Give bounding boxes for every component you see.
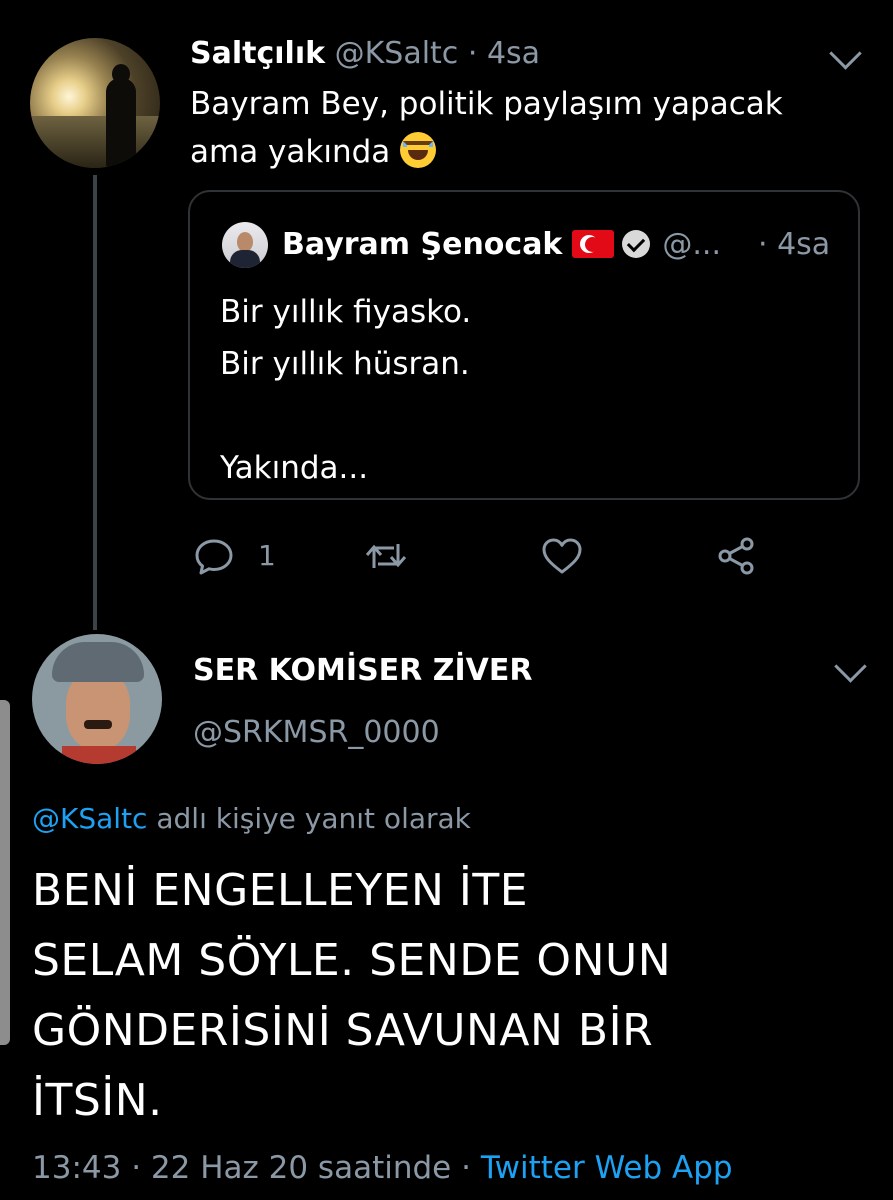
quoted-author-name: Bayram Şenocak [282,227,563,262]
quoted-text-line [220,390,820,442]
tweet-source-link[interactable]: Twitter Web App [481,1150,733,1186]
retweet-icon[interactable] [364,534,408,578]
avatar-hat [52,642,144,682]
reply-context-label: adlı kişiye yanıt olarak [147,802,471,835]
reply-mention-link[interactable]: @KSaltc [32,802,147,835]
chevron-down-icon[interactable] [829,37,862,70]
quoted-text-line: Yakında... [220,450,369,486]
tweet-text-line: Bayram Bey, politik paylaşım yapacak [190,86,783,122]
quoted-avatar-face [237,232,253,252]
share-icon[interactable] [714,534,758,578]
tweet-text-line: BENİ ENGELLEYEN İTE [32,865,529,916]
quoted-tweet-text: Bir yıllık fiyasko. Bir yıllık hüsran. Y… [220,286,820,494]
avatar[interactable] [32,634,162,764]
quoted-tweet-header: Bayram Şenocak @... [282,225,721,265]
avatar-face [66,672,130,750]
thread-connector-line [93,175,97,630]
quoted-text-line: Bir yıllık fiyasko. [220,294,472,330]
avatar[interactable] [30,38,160,168]
tweet-text-line: SELAM SÖYLE. SENDE ONUN [32,935,672,986]
author-handle[interactable]: @SRKMSR_0000 [193,712,440,754]
quoted-text-line: Bir yıllık hüsran. [220,346,470,382]
quoted-tweet-time: · 4sa [758,227,831,262]
avatar-figure-head [112,64,130,84]
tweet-text: BENİ ENGELLEYEN İTE SELAM SÖYLE. SENDE O… [32,856,852,1136]
like-icon[interactable] [540,534,584,578]
verified-badge-icon [622,230,651,258]
reply-count: 1 [258,539,276,572]
reply-icon[interactable] [192,534,236,578]
separator-dot: · [467,36,478,71]
avatar-mustache [84,720,112,729]
tweet-metadata: 13:43 · 22 Haz 20 saatinde · Twitter Web… [32,1146,733,1190]
avatar-scarf [62,746,136,764]
tweet-time[interactable]: 4sa [487,36,540,71]
laughing-tears-emoji-icon [400,132,437,168]
chevron-down-icon[interactable] [834,650,867,683]
author-handle[interactable]: @KSaltc [335,36,459,71]
tweet-timestamp: 13:43 · 22 Haz 20 saatinde · [32,1150,481,1186]
author-name[interactable]: Saltçılık [190,36,325,71]
quoted-author-handle: @... [662,227,721,262]
tweet-text-line: GÖNDERİSİNİ SAVUNAN BİR [32,1005,654,1056]
scroll-indicator[interactable] [0,700,10,1045]
quoted-avatar-suit [230,250,260,268]
quoted-avatar [222,222,268,268]
tweet-text-line: İTSİN. [32,1075,163,1126]
tweet-header: Saltçılık @KSaltc · 4sa [190,34,540,74]
turkey-flag-icon [572,230,615,258]
tweet-text: Bayram Bey, politik paylaşım yapacak ama… [190,80,850,176]
author-name[interactable]: SER KOMİSER ZİVER [193,650,532,692]
tweet-text-line: ama yakında [190,128,850,176]
avatar-figure [106,78,136,168]
reply-context: @KSaltc adlı kişiye yanıt olarak [32,798,471,840]
avatar-landscape [30,116,160,168]
